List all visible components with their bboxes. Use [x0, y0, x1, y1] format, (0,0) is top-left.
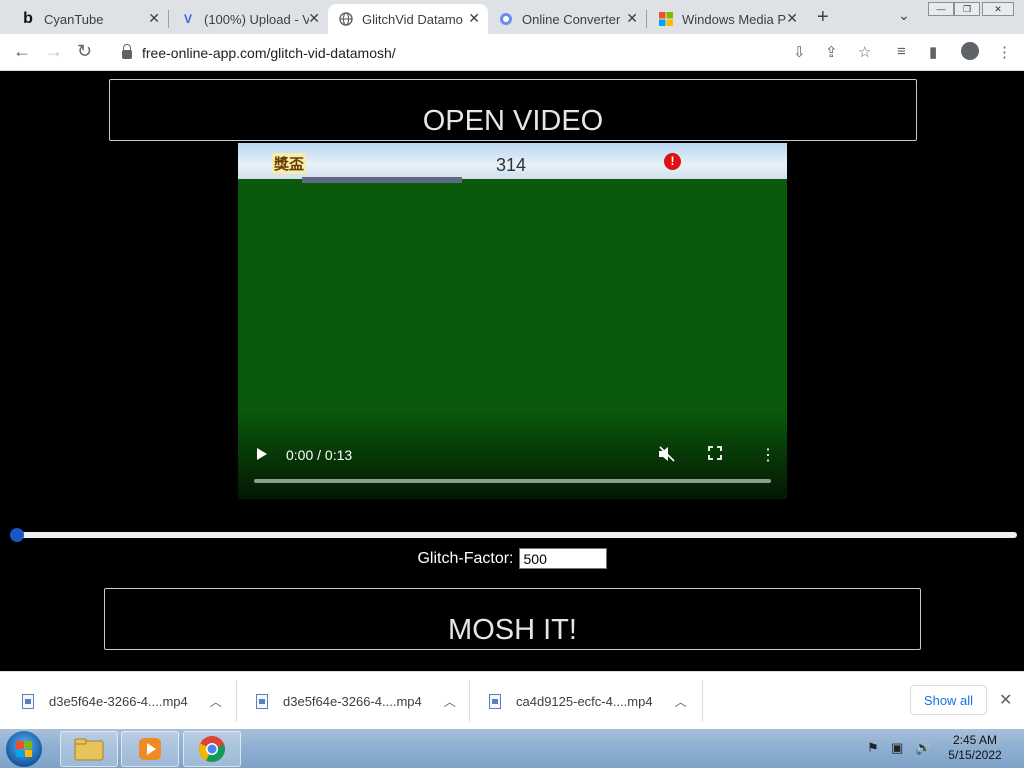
download-filename: d3e5f64e-3266-4....mp4	[49, 693, 188, 709]
mute-icon[interactable]	[658, 446, 676, 465]
media-player-taskbar-button[interactable]	[121, 731, 179, 767]
mosh-it-button[interactable]: MOSH IT!	[104, 588, 921, 650]
volume-icon[interactable]: 🔊	[915, 740, 931, 756]
back-icon[interactable]: ←	[13, 41, 31, 62]
video-frame-top: 獎盃 314 !	[238, 143, 787, 183]
glitch-slider-thumb[interactable]	[10, 528, 24, 542]
tab-upload[interactable]: V (100%) Upload - V ✕	[170, 4, 328, 34]
side-panel-icon[interactable]: ▮	[929, 43, 937, 61]
action-center-flag-icon[interactable]: ⚑	[867, 740, 879, 756]
upload-favicon-icon: V	[183, 12, 192, 26]
alert-icon: !	[664, 153, 681, 170]
play-icon[interactable]	[256, 447, 268, 464]
restore-icon[interactable]: ❐	[954, 2, 980, 16]
close-icon[interactable]: ✕	[308, 10, 320, 27]
windows-taskbar: ⚑ ▣ 🔊 2:45 AM 5/15/2022	[0, 729, 1024, 768]
download-bar: d3e5f64e-3266-4....mp4 ︿ d3e5f64e-3266-4…	[0, 671, 1024, 729]
lock-icon	[122, 44, 132, 59]
video-player[interactable]: 獎盃 314 ! 0:00 / 0:13 ⋮	[238, 143, 787, 499]
media-control-icon[interactable]: ≡	[897, 43, 906, 60]
video-file-icon	[22, 693, 34, 709]
window-close-icon[interactable]: ✕	[982, 2, 1014, 16]
tab-windows-media[interactable]: Windows Media P ✕	[648, 4, 806, 34]
share-icon[interactable]: ⇪	[825, 43, 838, 61]
open-video-button[interactable]: OPEN VIDEO	[109, 79, 917, 141]
download-item[interactable]: d3e5f64e-3266-4....mp4 ︿	[22, 672, 222, 730]
video-time: 0:00 / 0:13	[286, 447, 353, 463]
video-progress-bar[interactable]	[254, 479, 771, 483]
tab-online-converter[interactable]: Online Converter ✕	[488, 4, 646, 34]
show-all-button[interactable]: Show all	[910, 685, 987, 715]
tab-glitchvid[interactable]: GlitchVid Datamo ✕	[328, 4, 488, 34]
address-bar[interactable]: free-online-app.com/glitch-vid-datamosh/	[112, 38, 888, 67]
close-icon[interactable]: ✕	[626, 10, 638, 27]
clock-date: 5/15/2022	[948, 748, 1002, 762]
video-file-icon	[256, 693, 268, 709]
tab-label: CyanTube	[44, 11, 104, 27]
windows-favicon-icon	[658, 11, 674, 27]
close-icon[interactable]: ✕	[468, 10, 480, 27]
glitch-strip	[302, 177, 462, 183]
profile-avatar-icon[interactable]	[961, 42, 979, 60]
chrome-icon	[198, 736, 225, 762]
system-clock[interactable]: 2:45 AM 5/15/2022	[940, 733, 1010, 763]
video-overlay-number: 314	[496, 155, 527, 175]
minimize-icon[interactable]: —	[928, 2, 954, 16]
video-overlay-text: 獎盃	[272, 153, 307, 174]
install-icon[interactable]: ⇩	[793, 43, 806, 61]
glitch-slider-track[interactable]	[15, 532, 1017, 538]
globe-icon	[338, 11, 354, 27]
bookmark-star-icon[interactable]: ☆	[858, 43, 871, 61]
chevron-up-icon[interactable]: ︿	[210, 693, 222, 710]
cyantube-favicon-icon: b	[23, 10, 33, 27]
mosh-it-label: MOSH IT!	[448, 614, 577, 646]
new-tab-icon[interactable]: +	[817, 6, 829, 29]
download-filename: ca4d9125-ecfc-4....mp4	[516, 693, 653, 709]
network-icon[interactable]: ▣	[891, 740, 903, 756]
tab-strip: b CyanTube ✕ V (100%) Upload - V ✕ Glitc…	[0, 0, 1024, 34]
download-item[interactable]: d3e5f64e-3266-4....mp4 ︿	[256, 672, 456, 730]
start-button[interactable]	[6, 731, 42, 767]
explorer-taskbar-button[interactable]	[60, 731, 118, 767]
folder-icon	[74, 738, 104, 761]
reload-icon[interactable]: ↻	[77, 41, 92, 62]
forward-icon[interactable]: →	[45, 41, 63, 62]
open-video-label: OPEN VIDEO	[422, 105, 604, 137]
chevron-up-icon[interactable]: ︿	[675, 693, 687, 710]
chevron-up-icon[interactable]: ︿	[444, 693, 456, 710]
page-content: OPEN VIDEO 獎盃 314 ! 0:00 / 0:13 ⋮ Glitch…	[0, 71, 1024, 671]
tab-label: GlitchVid Datamo	[362, 11, 463, 27]
chrome-taskbar-button[interactable]	[183, 731, 241, 767]
close-icon[interactable]: ✕	[786, 10, 798, 27]
close-icon[interactable]: ✕	[999, 690, 1012, 710]
clock-time: 2:45 AM	[952, 733, 998, 747]
glitch-factor-row: Glitch-Factor:	[0, 548, 1024, 569]
tab-cyantube[interactable]: b CyanTube ✕	[10, 4, 168, 34]
converter-favicon-icon	[498, 11, 514, 27]
more-options-icon[interactable]: ⋮	[760, 445, 776, 465]
download-item[interactable]: ca4d9125-ecfc-4....mp4 ︿	[489, 672, 687, 730]
menu-kebab-icon[interactable]: ⋮	[997, 43, 1012, 61]
browser-toolbar: ← → ↻ free-online-app.com/glitch-vid-dat…	[0, 34, 1024, 71]
url-text: free-online-app.com/glitch-vid-datamosh/	[142, 44, 396, 61]
download-filename: d3e5f64e-3266-4....mp4	[283, 693, 422, 709]
fullscreen-icon[interactable]	[708, 446, 722, 463]
close-icon[interactable]: ✕	[148, 10, 160, 27]
windows-logo-icon	[16, 741, 32, 757]
media-player-icon	[139, 738, 161, 760]
tab-label: Online Converter	[522, 11, 621, 27]
tab-label: (100%) Upload - V	[204, 11, 309, 27]
chevron-down-icon[interactable]: ⌄	[898, 7, 910, 24]
glitch-factor-input[interactable]	[518, 548, 607, 569]
tab-label: Windows Media P	[682, 11, 787, 27]
glitch-factor-label: Glitch-Factor:	[417, 549, 514, 567]
video-file-icon	[489, 693, 501, 709]
